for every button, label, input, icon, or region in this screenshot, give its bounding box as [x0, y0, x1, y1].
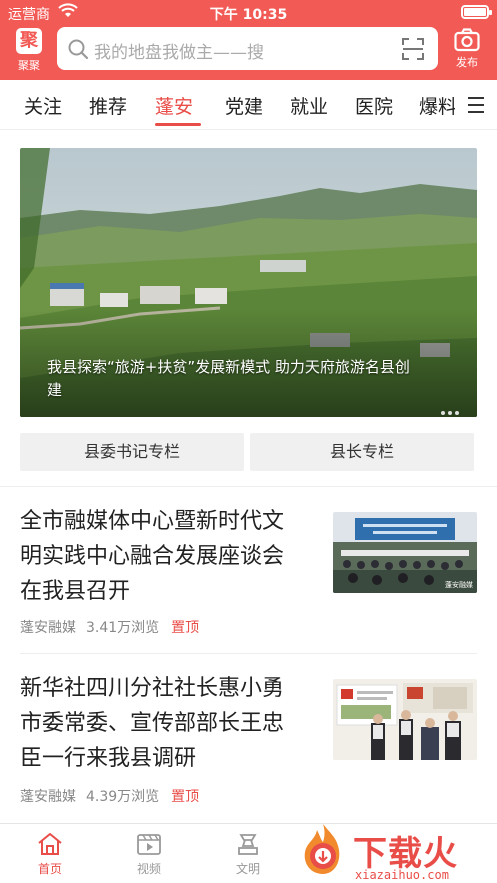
- nav-home-label: 首页: [37, 862, 62, 876]
- home-icon: [38, 833, 62, 855]
- search-icon: [68, 39, 89, 60]
- news-item[interactable]: 全市融媒体中心暨新时代文明实践中心融合发展座谈会在我县召开 蓬安融媒 3.41万浏…: [0, 487, 497, 654]
- app-logo-icon: 聚: [16, 28, 42, 54]
- scan-icon[interactable]: [402, 38, 424, 60]
- nav-civilization[interactable]: 文明: [218, 832, 278, 877]
- news-source: 蓬安融媒: [20, 789, 76, 805]
- publish-button[interactable]: 发布: [447, 28, 487, 74]
- app-logo-label: 聚聚: [18, 59, 40, 72]
- banner-carousel[interactable]: 我县探索“旅游+扶贫”发展新模式 助力天府旅游名县创建: [20, 148, 477, 417]
- top-header: 运营商 下午 10:35 聚 聚聚 我的地盘我做主——搜 发布: [0, 0, 497, 80]
- tab-jobs[interactable]: 就业: [290, 92, 328, 119]
- news-thumbnail[interactable]: [333, 679, 477, 760]
- site-watermark: 下载火 xiazaihuo.com: [293, 818, 497, 883]
- app-logo-button[interactable]: 聚 聚聚: [10, 28, 48, 74]
- pinned-badge: 置顶: [171, 789, 200, 805]
- news-thumbnail[interactable]: 蓬安融媒: [333, 512, 477, 593]
- tab-hospital[interactable]: 医院: [355, 92, 393, 119]
- news-views: 3.41万浏览: [86, 620, 160, 636]
- battery-icon: [461, 5, 492, 19]
- active-tab-indicator: [155, 123, 201, 126]
- search-placeholder: 我的地盘我做主——搜: [94, 43, 264, 63]
- tab-pengan[interactable]: 蓬安: [155, 92, 193, 119]
- category-tabs: 关注 推荐 蓬安 党建 就业 医院 爆料: [0, 80, 497, 130]
- civilization-icon: [238, 834, 258, 855]
- search-bar[interactable]: 我的地盘我做主——搜: [57, 27, 438, 70]
- carousel-indicator: [438, 400, 459, 417]
- tab-party[interactable]: 党建: [225, 92, 263, 119]
- news-meta: 蓬安融媒 4.39万浏览 置顶: [20, 786, 199, 806]
- camera-icon: [454, 28, 480, 52]
- status-bar: 运营商 下午 10:35: [0, 0, 497, 26]
- publish-label: 发布: [456, 56, 478, 69]
- watermark-flame-icon: [304, 824, 340, 874]
- tab-recommend[interactable]: 推荐: [89, 92, 127, 119]
- watermark-url: xiazaihuo.com: [355, 868, 449, 882]
- nav-video[interactable]: 视频: [119, 832, 179, 877]
- thumbnail-watermark: 蓬安融媒: [445, 581, 473, 589]
- pinned-badge: 置顶: [171, 620, 200, 636]
- nav-home[interactable]: 首页: [20, 832, 80, 877]
- news-title[interactable]: 新华社四川分社社长惠小勇市委常委、宣传部部长王忠臣一行来我县调研: [20, 671, 302, 776]
- tab-follow[interactable]: 关注: [24, 92, 62, 119]
- news-source: 蓬安融媒: [20, 620, 76, 636]
- county-secretary-column-button[interactable]: 县委书记专栏: [20, 433, 244, 471]
- tab-tips[interactable]: 爆料: [419, 92, 455, 119]
- news-meta: 蓬安融媒 3.41万浏览 置顶: [20, 617, 199, 637]
- menu-icon[interactable]: [466, 96, 486, 114]
- county-governor-column-button[interactable]: 县长专栏: [250, 433, 474, 471]
- news-views: 4.39万浏览: [86, 789, 160, 805]
- nav-video-label: 视频: [136, 862, 161, 876]
- nav-civilization-label: 文明: [235, 862, 260, 876]
- banner-caption: 我县探索“旅游+扶贫”发展新模式 助力天府旅游名县创建: [47, 358, 410, 399]
- news-item[interactable]: 新华社四川分社社长惠小勇市委常委、宣传部部长王忠臣一行来我县调研 蓬安融媒 4.3…: [0, 654, 497, 823]
- news-title[interactable]: 全市融媒体中心暨新时代文明实践中心融合发展座谈会在我县召开: [20, 504, 302, 609]
- status-time: 下午 10:35: [209, 7, 288, 23]
- video-icon: [137, 834, 161, 855]
